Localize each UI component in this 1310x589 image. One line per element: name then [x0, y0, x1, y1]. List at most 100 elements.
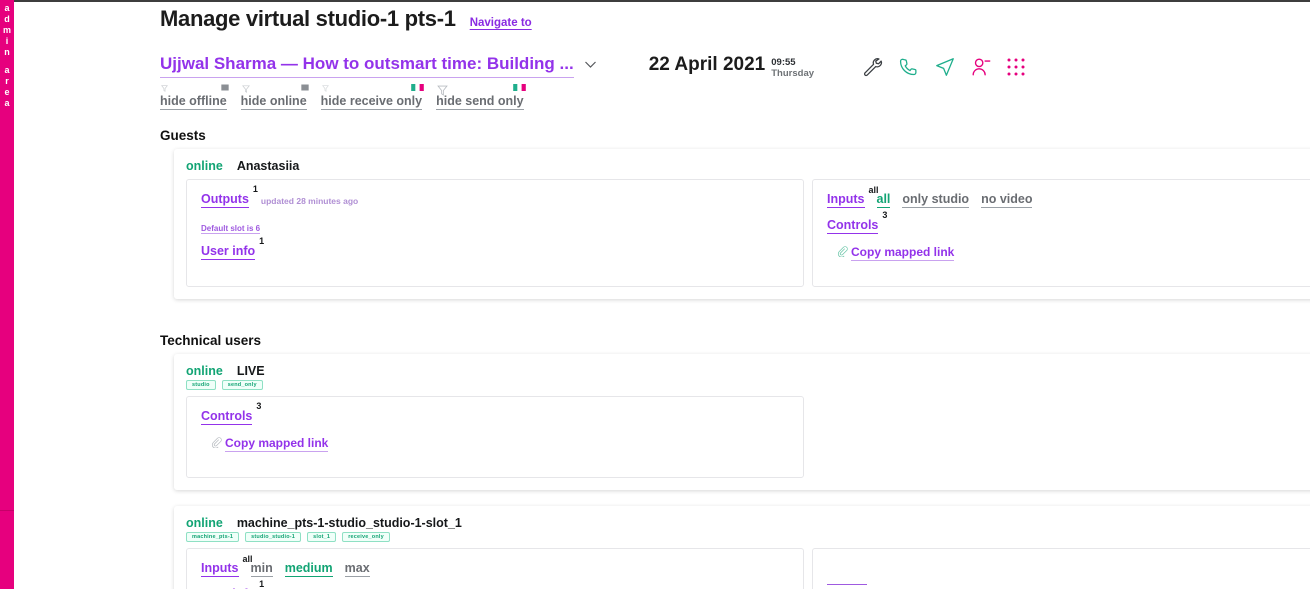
card-body: Inputs all min medium max User info 1	[186, 548, 1310, 589]
outputs-row: Outputs 1 updated 28 minutes ago	[201, 184, 789, 208]
rail-letter: m	[2, 25, 11, 35]
user-card-live: online LIVE studio send_only Controls 3	[174, 354, 1310, 490]
user-card-machine: online machine_pts-1-studio_studio-1-slo…	[174, 506, 1310, 589]
empty-link-row	[827, 573, 1310, 585]
input-option-no-video[interactable]: no video	[981, 192, 1033, 208]
session-row: Ujjwal Sharma — How to outsmart time: Bu…	[14, 32, 1310, 79]
rail-letter: a	[4, 65, 10, 75]
user-name: LIVE	[236, 364, 265, 378]
inputs-link[interactable]: Inputs all	[201, 554, 253, 577]
inputs-row: Inputs all min medium max	[201, 554, 789, 577]
date-block: 22 April 2021 09:55 Thursday	[649, 54, 814, 79]
input-option-max[interactable]: max	[344, 561, 370, 577]
user-name: Anastasiia	[236, 159, 300, 173]
filter-label[interactable]: hide online	[240, 94, 307, 110]
empty-link[interactable]	[827, 573, 867, 585]
funnel-icon	[321, 85, 329, 92]
page-title: Manage virtual studio-1 pts-1	[160, 6, 456, 31]
status-badge: online	[186, 364, 223, 378]
controls-label: Controls	[201, 409, 253, 423]
controls-count: 3	[882, 210, 888, 220]
filter-hide-offline[interactable]: hide offline	[160, 84, 229, 110]
card-body: Outputs 1 updated 28 minutes ago Default…	[186, 179, 1310, 287]
section-heading-guests: Guests	[160, 128, 206, 143]
session-name[interactable]: Ujjwal Sharma — How to outsmart time: Bu…	[160, 54, 574, 78]
tag-list: machine_pts-1 studio_studio-1 slot_1 rec…	[186, 532, 1310, 542]
inputs-sup: all	[868, 185, 879, 195]
rail-letter: a	[4, 98, 10, 108]
copy-mapped-link[interactable]: Copy mapped link	[225, 436, 329, 452]
time-weekday: 09:55 Thursday	[771, 54, 814, 79]
card-header: online LIVE	[186, 364, 1310, 378]
user-card-guest: online Anastasiia Outputs 1 updated 28 m…	[174, 149, 1310, 299]
grid-dots-icon[interactable]	[1006, 57, 1026, 77]
inputs-sup: all	[242, 554, 253, 564]
status-badge: online	[186, 159, 223, 173]
badge-icon	[221, 84, 229, 91]
outputs-count: 1	[252, 184, 258, 194]
filter-label[interactable]: hide send only	[436, 94, 524, 110]
paperclip-icon	[837, 244, 848, 262]
filter-label[interactable]: hide receive only	[320, 94, 423, 110]
funnel-icon	[437, 85, 448, 96]
chevron-down-icon[interactable]	[584, 60, 597, 72]
filter-hide-online[interactable]: hide online	[240, 84, 309, 110]
wrench-icon[interactable]	[862, 56, 884, 78]
admin-area-rail[interactable]: a d m i n a r e a	[0, 0, 14, 510]
rail-gap	[0, 58, 14, 65]
rail-letter: n	[4, 47, 10, 57]
outputs-link[interactable]: Outputs 1	[201, 184, 258, 208]
send-icon[interactable]	[934, 56, 956, 78]
badge-icon	[512, 84, 526, 91]
panel-inputs-controls: Inputs all all only studio no video Cont…	[812, 179, 1310, 287]
header-icon-row	[862, 54, 1026, 78]
card-body: Controls 3 Copy mapped link	[186, 396, 1310, 478]
controls-count: 3	[256, 401, 262, 411]
user-info-count: 1	[259, 236, 265, 246]
phone-icon[interactable]	[898, 56, 920, 78]
rail-letter: r	[5, 76, 9, 86]
badge-icon	[411, 84, 424, 91]
user-info-link[interactable]: User info 1	[201, 236, 264, 260]
inputs-label: Inputs	[201, 561, 239, 575]
outputs-updated-meta: updated 28 minutes ago	[260, 196, 359, 206]
copy-mapped-link-row[interactable]: Copy mapped link	[827, 244, 1310, 262]
tag-list: studio send_only	[186, 380, 1310, 390]
input-option-min[interactable]: min	[250, 561, 273, 577]
controls-link[interactable]: Controls 3	[827, 210, 887, 234]
controls-link[interactable]: Controls 3	[201, 401, 261, 425]
panel-machine-link: Copy mapped link	[812, 548, 1310, 589]
paperclip-icon	[211, 435, 222, 453]
inputs-label: Inputs	[827, 192, 865, 206]
filter-hide-receive-only[interactable]: hide receive only	[320, 84, 424, 110]
default-slot-link[interactable]: Default slot is 6	[201, 224, 261, 234]
tag-item: slot_1	[307, 532, 337, 542]
input-option-medium[interactable]: medium	[284, 561, 333, 577]
remove-user-icon[interactable]	[970, 56, 992, 78]
card-header: online machine_pts-1-studio_studio-1-slo…	[186, 516, 1310, 530]
status-badge: online	[186, 516, 223, 530]
input-option-only-studio[interactable]: only studio	[902, 192, 970, 208]
tag-item: studio_studio-1	[245, 532, 302, 542]
filter-label[interactable]: hide offline	[160, 94, 227, 110]
copy-mapped-link-row[interactable]: Copy mapped link	[201, 435, 789, 453]
controls-label: Controls	[827, 218, 879, 232]
tag-item: send_only	[221, 380, 263, 390]
session-selector[interactable]: Ujjwal Sharma — How to outsmart time: Bu…	[160, 54, 597, 78]
copy-mapped-link[interactable]: Copy mapped link	[851, 245, 955, 261]
inputs-row: Inputs all all only studio no video	[827, 185, 1310, 208]
input-option-all[interactable]: all	[876, 192, 891, 208]
time-value: 09:55	[771, 57, 796, 68]
user-name: machine_pts-1-studio_studio-1-slot_1	[236, 516, 462, 530]
user-info-row: User info 1	[201, 236, 789, 260]
inputs-link[interactable]: Inputs all	[827, 185, 879, 208]
page-title-row: Manage virtual studio-1 pts-1 Navigate t…	[14, 0, 1310, 32]
navigate-to-link[interactable]: Navigate to	[470, 17, 532, 29]
rail-letter: a	[4, 3, 10, 13]
tag-item: machine_pts-1	[186, 532, 240, 542]
funnel-icon	[241, 85, 250, 93]
filter-hide-send-only[interactable]: hide send only	[436, 84, 526, 110]
date-value: 22 April 2021	[648, 54, 766, 75]
funnel-icon	[161, 85, 168, 92]
rail-letter: e	[4, 87, 10, 97]
